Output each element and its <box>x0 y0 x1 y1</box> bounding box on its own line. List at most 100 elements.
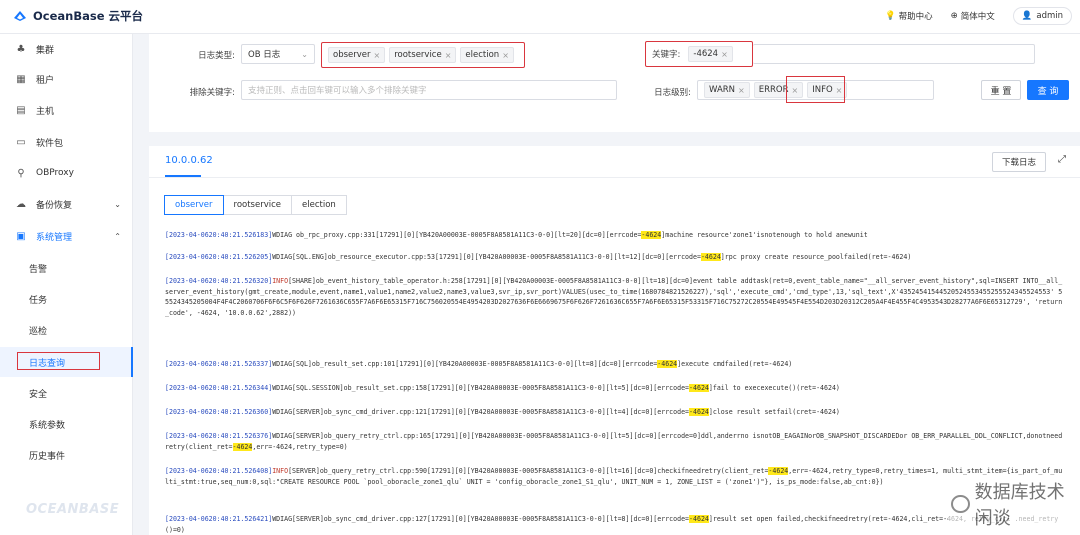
divider <box>149 177 1080 178</box>
sidebar-item-tenant[interactable]: ▦ 租户 <box>0 64 133 94</box>
sidebar-item-label: 备份恢复 <box>36 200 73 211</box>
sidebar-item-host[interactable]: ▤ 主机 <box>0 95 133 125</box>
user-icon: 👤 <box>1021 11 1033 21</box>
log-entry: [2023-04-0620:40:21.526344]WDIAG[SQL.SES… <box>165 383 1065 394</box>
log-message-tail: ]fail to execexecute()(ret=-4624) <box>708 384 840 392</box>
keyword-field[interactable]: 关键字: -4624 × <box>645 41 753 67</box>
close-icon[interactable]: × <box>738 86 745 95</box>
watermark: 数据库技术闲谈 <box>948 478 1080 530</box>
tag-label: ERROR <box>758 85 789 95</box>
exclude-placeholder: 支持正则、点击回车键可以输入多个排除关键字 <box>248 86 427 96</box>
chevron-down-icon: ⌄ <box>114 199 121 209</box>
language-switcher[interactable]: ⊕ 简体中文 <box>951 10 995 22</box>
sidebar-item-label: OBProxy <box>36 168 74 178</box>
close-icon[interactable]: × <box>445 51 452 60</box>
chevron-up-icon: ⌃ <box>114 231 121 241</box>
log-message: ob_rpc_proxy.cpp:331[17291][0][YB420A000… <box>292 231 642 239</box>
sidebar-item-cluster[interactable]: ♣ 集群 <box>0 34 133 64</box>
tab-election[interactable]: election <box>291 195 347 215</box>
backup-icon: ☁ <box>16 198 26 210</box>
log-level: WDIAG <box>272 231 293 239</box>
log-level-label: 日志级别: <box>654 88 691 98</box>
sidebar: ♣ 集群 ▦ 租户 ▤ 主机 ▭ 软件包 ⚲ OBProxy ☁ 备份恢复 ⌄ … <box>0 34 133 535</box>
sidebar-item-system[interactable]: ▣ 系统管理 ⌃ <box>0 221 133 251</box>
sidebar-subitem-security[interactable]: 安全 <box>0 378 133 408</box>
tab-rootservice[interactable]: rootservice <box>222 195 293 215</box>
reset-button[interactable]: 重 置 <box>981 80 1021 100</box>
lightbulb-icon: 💡 <box>885 11 896 21</box>
exclude-keyword-input[interactable]: 支持正则、点击回车键可以输入多个排除关键字 <box>241 80 617 100</box>
log-type-select[interactable]: OB 日志 ⌄ <box>241 44 315 64</box>
sidebar-subitem-inspection[interactable]: 巡检 <box>0 315 133 345</box>
keyword-input-ext[interactable] <box>753 44 1035 64</box>
log-level: WDIAG <box>272 360 293 368</box>
log-errcode-highlight: -4624 <box>700 253 721 261</box>
log-message: [SERVER]ob_sync_cmd_driver.cpp:121[17291… <box>292 408 690 416</box>
sidebar-item-obproxy[interactable]: ⚲ OBProxy <box>0 158 133 188</box>
host-tab[interactable]: 10.0.0.62 <box>165 155 213 166</box>
log-type-label: 日志类型: <box>198 51 235 61</box>
log-errcode-highlight: -4624 <box>641 231 662 239</box>
tag-label: election <box>465 50 500 60</box>
sidebar-subitem-label: 任务 <box>29 295 48 306</box>
log-level: WDIAG <box>272 515 293 523</box>
log-message: [SQL.ENG]ob_resource_executor.cpp:53[172… <box>292 253 701 261</box>
sidebar-subitem-label: 历史事件 <box>29 451 66 462</box>
system-icon: ▣ <box>16 230 26 242</box>
brand-name: OceanBase 云平台 <box>33 9 144 23</box>
fullscreen-icon[interactable]: ⤢ <box>1058 154 1066 165</box>
sidebar-subitem-task[interactable]: 任务 <box>0 284 133 314</box>
log-timestamp: [2023-04-0620:40:21.526421] <box>165 515 273 523</box>
close-icon[interactable]: × <box>502 51 509 60</box>
log-level: WDIAG <box>272 253 293 261</box>
brand-logo[interactable]: OceanBase 云平台 <box>12 8 143 24</box>
tag-warn: WARN × <box>704 82 750 98</box>
sidebar-subitem-alert[interactable]: 告警 <box>0 253 133 283</box>
filter-panel: 日志类型: OB 日志 ⌄ observer × rootservice × ele… <box>149 34 1080 132</box>
close-icon[interactable]: × <box>721 50 728 59</box>
sidebar-subitem-history[interactable]: 历史事件 <box>0 440 133 470</box>
tag-observer: observer × <box>328 47 386 63</box>
sidebar-item-label: 租户 <box>36 75 55 86</box>
log-message-tail: ]machine resource'zone1'isnotenough to h… <box>661 231 868 239</box>
log-level: WDIAG <box>272 384 293 392</box>
download-log-button[interactable]: 下载日志 <box>992 152 1046 172</box>
sidebar-item-backup[interactable]: ☁ 备份恢复 ⌄ <box>0 189 133 219</box>
tag-keyword: -4624 × <box>688 46 733 62</box>
sidebar-footer-logo: OCEANBASE <box>26 502 120 517</box>
tab-observer[interactable]: observer <box>164 195 224 215</box>
sidebar-item-package[interactable]: ▭ 软件包 <box>0 127 133 157</box>
wechat-icon <box>951 495 970 513</box>
log-entry: [2023-04-0620:40:21.526360]WDIAG[SERVER]… <box>165 407 1065 418</box>
log-message: [SQL]ob_result_set.cpp:101[17291][0][YB4… <box>292 360 658 368</box>
host-icon: ▤ <box>16 104 26 116</box>
log-entry: [2023-04-0620:40:21.526337]WDIAG[SQL]ob_… <box>165 359 1065 370</box>
log-timestamp: [2023-04-0620:40:21.526183] <box>165 231 273 239</box>
tag-label: rootservice <box>394 50 442 60</box>
log-timestamp: [2023-04-0620:40:21.526344] <box>165 384 273 392</box>
log-message: [SERVER]ob_sync_cmd_driver.cpp:127[17291… <box>292 515 690 523</box>
log-timestamp: [2023-04-0620:40:21.526360] <box>165 408 273 416</box>
tenant-icon: ▦ <box>16 73 26 85</box>
help-center-label: 帮助中心 <box>898 12 933 22</box>
exclude-keyword-label: 排除关键字: <box>189 88 235 98</box>
tag-election: election × <box>460 47 514 63</box>
user-menu[interactable]: 👤 admin <box>1012 7 1072 25</box>
log-type-value: OB 日志 <box>248 50 281 60</box>
query-button[interactable]: 查 询 <box>1027 80 1069 100</box>
log-entry: [2023-04-0620:40:21.526421]WDIAG[SERVER]… <box>165 514 1065 535</box>
log-timestamp: [2023-04-0620:40:21.526337] <box>165 360 273 368</box>
log-type-tags-field[interactable]: observer × rootservice × election × <box>321 42 525 68</box>
log-level: INFO <box>272 277 289 285</box>
sidebar-item-label: 主机 <box>36 106 55 117</box>
tag-label: WARN <box>709 85 736 95</box>
sidebar-subitem-params[interactable]: 系统参数 <box>0 409 133 439</box>
globe-icon: ⊕ <box>950 11 958 21</box>
log-errcode-highlight: -4624 <box>232 442 253 451</box>
log-errcode-highlight: -4624 <box>689 515 709 523</box>
close-icon[interactable]: × <box>374 51 381 60</box>
help-center-link[interactable]: 💡 帮助中心 <box>885 10 933 22</box>
language-label: 简体中文 <box>960 12 995 22</box>
annotation-box <box>17 352 100 370</box>
sidebar-item-label: 集群 <box>36 45 55 56</box>
